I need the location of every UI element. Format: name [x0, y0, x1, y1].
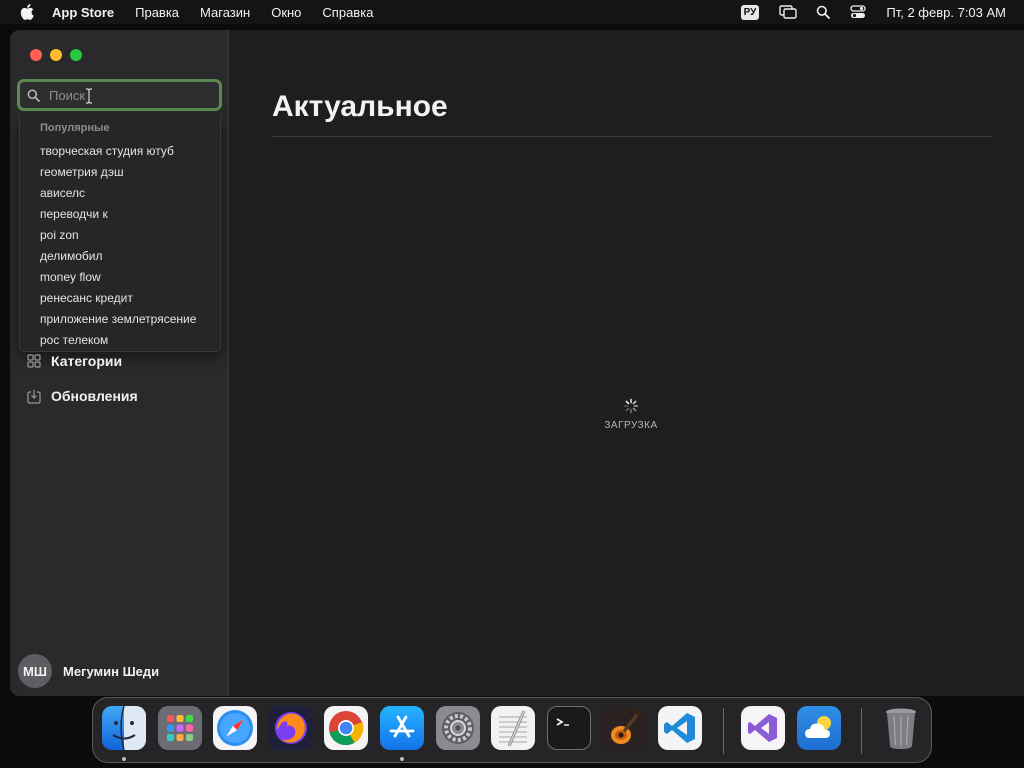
- search-icon: [27, 87, 43, 103]
- sidebar: Популярные творческая студия ютуб геомет…: [10, 30, 229, 696]
- suggestion-item[interactable]: money flow: [20, 267, 220, 288]
- avatar: МШ: [18, 654, 52, 688]
- close-window-button[interactable]: [30, 49, 42, 61]
- suggestion-item[interactable]: ависелс: [20, 183, 220, 204]
- control-center-icon[interactable]: [849, 4, 867, 20]
- sidebar-item-label: Категории: [51, 353, 123, 369]
- updates-icon: [26, 388, 42, 404]
- suggestion-item[interactable]: геометрия дэш: [20, 162, 220, 183]
- search-suggestions: Популярные творческая студия ютуб геомет…: [19, 114, 221, 352]
- screen-mirroring-icon[interactable]: [779, 4, 798, 20]
- suggestion-item[interactable]: приложение землетрясение: [20, 309, 220, 330]
- spinner-icon: [623, 398, 639, 414]
- search-input[interactable]: [49, 87, 199, 103]
- trash-icon[interactable]: [879, 706, 923, 750]
- app-store-window: Популярные творческая студия ютуб геомет…: [10, 30, 1024, 696]
- suggestion-item[interactable]: ренесанс кредит: [20, 288, 220, 309]
- loading-text: ЗАГРУЗКА: [604, 420, 658, 431]
- sidebar-item-label: Обновления: [51, 388, 138, 404]
- firefox-icon[interactable]: [269, 706, 313, 750]
- garageband-icon[interactable]: [602, 706, 646, 750]
- dock: [92, 697, 932, 763]
- dock-separator: [861, 708, 862, 754]
- maximize-window-button[interactable]: [70, 49, 82, 61]
- launchpad-icon[interactable]: [158, 706, 202, 750]
- dock-separator: [723, 708, 724, 754]
- sidebar-item-updates[interactable]: Обновления: [10, 379, 229, 413]
- suggestion-item[interactable]: переводчи к: [20, 204, 220, 225]
- menu-help[interactable]: Справка: [322, 5, 373, 20]
- app-store-icon[interactable]: [380, 706, 424, 750]
- suggestion-item[interactable]: poi zon: [20, 225, 220, 246]
- menu-store[interactable]: Магазин: [200, 5, 250, 20]
- window-controls: [30, 49, 90, 61]
- categories-icon: [26, 353, 42, 369]
- terminal-icon[interactable]: [547, 706, 591, 750]
- menu-edit[interactable]: Правка: [135, 5, 179, 20]
- user-account[interactable]: МШ Мегумин Шеди: [18, 654, 159, 688]
- apple-menu-icon[interactable]: [18, 3, 36, 21]
- loading-indicator: ЗАГРУЗКА: [580, 398, 682, 431]
- vscode-icon[interactable]: [658, 706, 702, 750]
- finder-icon[interactable]: [102, 706, 146, 750]
- running-indicator: [400, 757, 404, 761]
- minimize-window-button[interactable]: [50, 49, 62, 61]
- suggestion-item[interactable]: творческая студия ютуб: [20, 141, 220, 162]
- sidebar-item-categories[interactable]: Категории: [10, 344, 229, 378]
- suggestions-header: Популярные: [40, 122, 110, 134]
- spotlight-search-icon[interactable]: [814, 4, 832, 20]
- menu-bar: App Store Правка Магазин Окно Справка РУ…: [0, 0, 1024, 24]
- textedit-icon[interactable]: [491, 706, 535, 750]
- weather-icon[interactable]: [797, 706, 841, 750]
- menu-window[interactable]: Окно: [271, 5, 301, 20]
- search-field[interactable]: [17, 79, 222, 111]
- safari-icon[interactable]: [213, 706, 257, 750]
- menu-app-store[interactable]: App Store: [52, 5, 114, 20]
- text-cursor-icon: [85, 88, 93, 109]
- page-title: Актуальное: [272, 90, 448, 123]
- running-indicator: [122, 757, 126, 761]
- user-name: Мегумин Шеди: [63, 663, 160, 679]
- title-divider: [272, 136, 992, 137]
- input-source-badge[interactable]: РУ: [740, 4, 760, 20]
- main-content: Актуальное ЗАГРУЗКА: [230, 30, 1024, 696]
- visual-studio-icon[interactable]: [741, 706, 785, 750]
- menu-clock[interactable]: Пт, 2 февр. 7:03 AM: [886, 5, 1006, 20]
- chrome-icon[interactable]: [324, 706, 368, 750]
- system-settings-icon[interactable]: [436, 706, 480, 750]
- suggestion-item[interactable]: делимобил: [20, 246, 220, 267]
